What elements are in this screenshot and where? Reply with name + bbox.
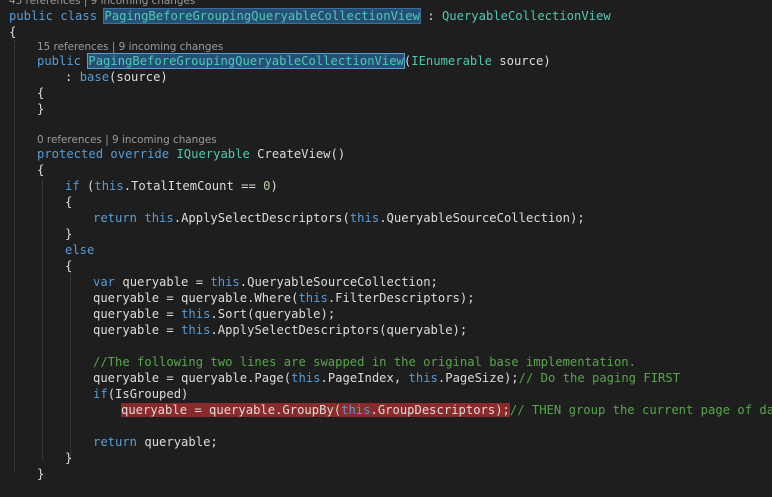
else-statement: else bbox=[65, 243, 95, 257]
ctor-base-call: : base(source) bbox=[65, 70, 168, 84]
return-queryable: return queryable; bbox=[93, 435, 218, 449]
brace: { bbox=[65, 259, 73, 273]
codelens-method[interactable]: 0 references | 9 incoming changes bbox=[37, 133, 217, 147]
where-statement: queryable = queryable.Where(this.FilterD… bbox=[93, 291, 475, 305]
breakpoint-highlight[interactable]: queryable = queryable.GroupBy(this.Group… bbox=[121, 403, 510, 417]
var-declaration: var queryable = this.QueryableSourceColl… bbox=[93, 275, 438, 289]
codelens-class[interactable]: 45 references | 9 incoming changes bbox=[9, 0, 195, 8]
if-grouped: if(IsGrouped) bbox=[93, 387, 189, 401]
code-editor[interactable]: 45 references | 9 incoming changes publi… bbox=[0, 0, 772, 497]
brace: { bbox=[65, 195, 73, 209]
ctor-name[interactable]: PagingBeforeGroupingQueryableCollectionV… bbox=[87, 53, 405, 69]
codelens-ctor[interactable]: 15 references | 9 incoming changes bbox=[37, 40, 223, 54]
indent-guide bbox=[42, 180, 43, 460]
brace: } bbox=[37, 102, 45, 116]
brace: { bbox=[37, 163, 45, 177]
method-declaration: protected override IQueryable CreateView… bbox=[37, 147, 346, 161]
indent-guide bbox=[14, 40, 15, 472]
comment-line: //The following two lines are swapped in… bbox=[93, 355, 636, 369]
brace: } bbox=[65, 451, 73, 465]
base-type[interactable]: QueryableCollectionView bbox=[442, 9, 611, 23]
brace: } bbox=[37, 467, 45, 481]
brace: { bbox=[9, 25, 17, 39]
if-statement: if (this.TotalItemCount == 0) bbox=[65, 179, 278, 193]
class-declaration: public class PagingBeforeGroupingQueryab… bbox=[9, 8, 611, 24]
brace: } bbox=[65, 227, 73, 241]
return-statement: return this.ApplySelectDescriptors(this.… bbox=[93, 211, 585, 225]
ctor-declaration: public PagingBeforeGroupingQueryableColl… bbox=[37, 53, 551, 69]
class-name[interactable]: PagingBeforeGroupingQueryableCollectionV… bbox=[103, 8, 421, 24]
brace: { bbox=[37, 86, 45, 100]
sort-statement: queryable = this.Sort(queryable); bbox=[93, 307, 336, 321]
groupby-statement: queryable = queryable.GroupBy(this.Group… bbox=[121, 403, 772, 417]
page-statement: queryable = queryable.Page(this.PageInde… bbox=[93, 371, 681, 385]
select-statement: queryable = this.ApplySelectDescriptors(… bbox=[93, 323, 468, 337]
indent-guide bbox=[70, 272, 71, 458]
